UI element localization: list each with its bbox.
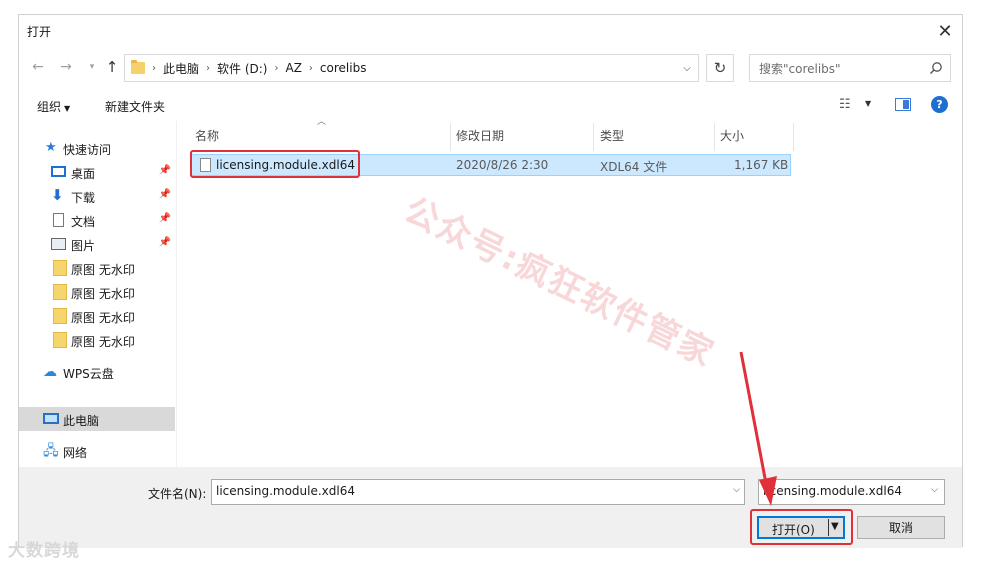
- annotation-arrow: [739, 351, 777, 506]
- brand-logo: 大数跨境: [8, 541, 80, 561]
